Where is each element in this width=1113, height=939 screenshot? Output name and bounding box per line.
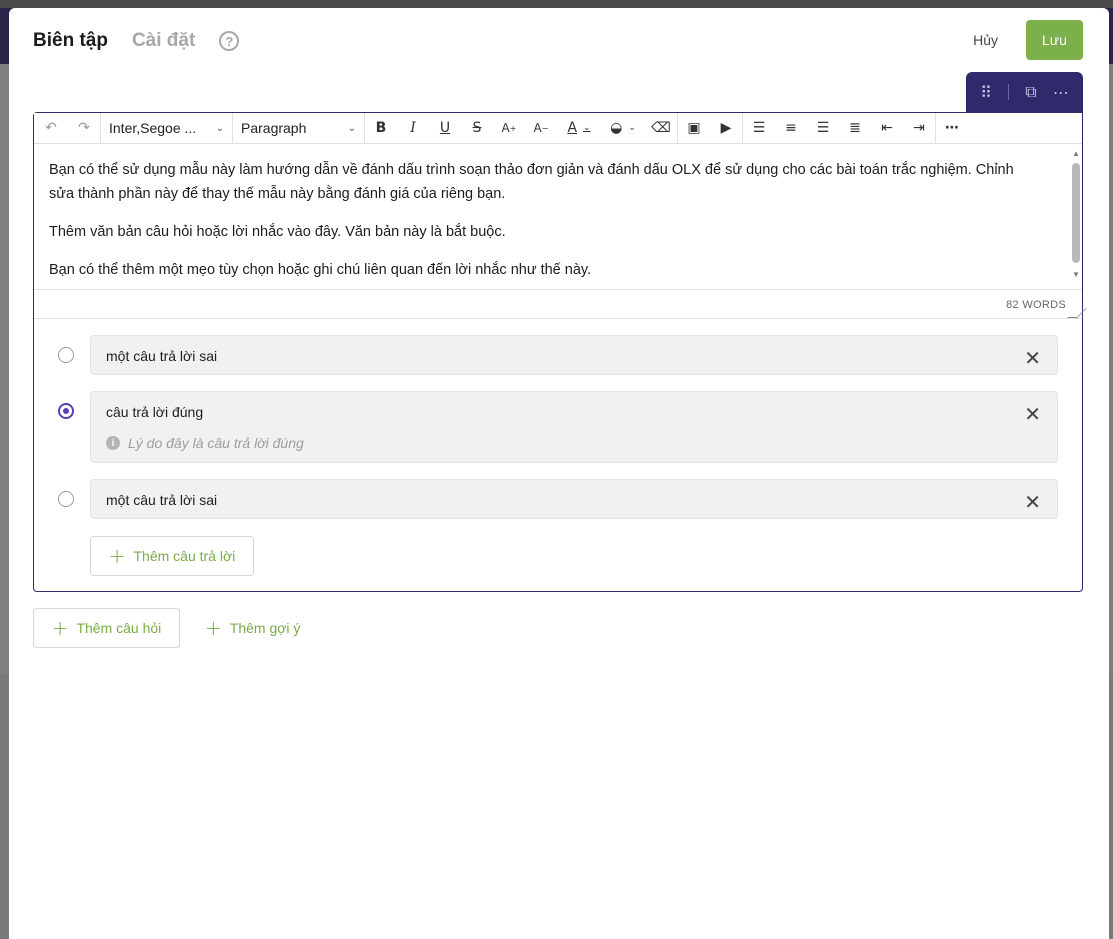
eraser-icon[interactable]: ⌫ xyxy=(645,113,677,144)
cancel-button[interactable]: Hủy xyxy=(973,32,998,48)
resize-handle-icon[interactable] xyxy=(1067,308,1087,318)
editor-paragraph[interactable]: Bạn có thể sử dụng mẫu này làm hướng dẫn… xyxy=(49,158,1032,206)
answer-text[interactable]: một câu trả lời sai xyxy=(106,492,217,508)
highlight-color-icon[interactable]: ◒ ⌄ xyxy=(601,113,645,144)
block-toolbar: ⠿ ⧉ ⋯ xyxy=(966,72,1083,112)
answer-radio[interactable] xyxy=(58,347,74,363)
subscript-icon[interactable]: A − xyxy=(525,113,557,144)
chevron-down-icon: ⌄ xyxy=(215,122,224,134)
tab-editor[interactable]: Biên tập xyxy=(33,30,108,52)
editor-scrollbar[interactable]: ▲ ▼ xyxy=(1072,149,1080,279)
editor-toolbar: ↶ ↷ Inter,Segoe ... ⌄ Paragraph ⌄ B I U … xyxy=(34,112,1082,144)
add-question-button[interactable]: + Thêm câu hỏi xyxy=(33,608,180,648)
word-count: 82 WORDS xyxy=(1006,299,1066,311)
info-icon: i xyxy=(106,436,120,450)
insert-video-icon[interactable]: ▶ xyxy=(710,113,742,144)
add-hint-button[interactable]: + Thêm gợi ý xyxy=(205,608,300,648)
block-format-select[interactable]: Paragraph ⌄ xyxy=(233,113,364,144)
duplicate-icon[interactable]: ⧉ xyxy=(1025,82,1036,102)
indent-icon[interactable]: ⇥ xyxy=(903,113,935,144)
add-hint-label: Thêm gợi ý xyxy=(229,620,301,636)
superscript-icon[interactable]: A + xyxy=(493,113,525,144)
answer-option: một câu trả lời sai ✕ xyxy=(90,479,1058,519)
plus-icon: + xyxy=(205,616,222,640)
close-icon[interactable]: ✕ xyxy=(1024,346,1041,370)
strikethrough-icon[interactable]: S xyxy=(461,113,493,144)
background-topbar-edge xyxy=(0,0,1113,8)
close-icon[interactable]: ✕ xyxy=(1024,402,1041,426)
answer-text[interactable]: câu trả lời đúng xyxy=(106,404,203,420)
problem-block: ↶ ↷ Inter,Segoe ... ⌄ Paragraph ⌄ B I U … xyxy=(33,112,1087,592)
redo-icon[interactable]: ↷ xyxy=(68,113,100,144)
plus-icon: + xyxy=(51,616,69,640)
justify-icon[interactable]: ≣ xyxy=(839,113,871,144)
tab-settings[interactable]: Cài đặt xyxy=(132,30,195,52)
underline-icon[interactable]: U xyxy=(429,113,461,144)
add-answer-label: Thêm câu trả lời xyxy=(133,548,236,564)
more-options-icon[interactable]: ⋯ xyxy=(1053,83,1069,102)
scrollbar-thumb[interactable] xyxy=(1072,163,1080,263)
bold-icon[interactable]: B xyxy=(365,113,397,144)
scroll-up-icon[interactable]: ▲ xyxy=(1072,149,1080,158)
editor-paragraph[interactable]: Bạn có thể thêm một mẹo tùy chọn hoặc gh… xyxy=(49,258,1032,282)
insert-image-icon[interactable]: ▣ xyxy=(678,113,710,144)
answer-radio[interactable] xyxy=(58,491,74,507)
text-color-icon[interactable]: A ⌄ xyxy=(557,113,601,144)
editor-paragraph[interactable]: Thêm văn bản câu hỏi hoặc lời nhắc vào đ… xyxy=(49,220,1032,244)
plus-icon: + xyxy=(108,544,126,568)
answer-text[interactable]: một câu trả lời sai xyxy=(106,348,217,364)
block-format-value: Paragraph xyxy=(241,120,307,136)
close-icon[interactable]: ✕ xyxy=(1024,490,1041,514)
answer-option-correct: câu trả lời đúng ✕ i Lý do đây là câu tr… xyxy=(90,391,1058,463)
align-right-icon[interactable]: ☰ xyxy=(807,113,839,144)
feedback-placeholder: Lý do đây là câu trả lời đúng xyxy=(128,435,304,451)
undo-icon[interactable]: ↶ xyxy=(34,113,68,144)
drag-handle-icon[interactable]: ⠿ xyxy=(980,83,992,102)
scroll-down-icon[interactable]: ▼ xyxy=(1072,270,1080,279)
font-family-value: Inter,Segoe ... xyxy=(109,120,197,136)
italic-icon[interactable]: I xyxy=(397,113,429,144)
modal-tabs: Biên tập Cài đặt ? xyxy=(33,30,240,52)
editor-statusbar: 82 WORDS xyxy=(34,289,1087,319)
font-family-select[interactable]: Inter,Segoe ... ⌄ xyxy=(101,113,232,144)
align-center-icon[interactable]: ≡ xyxy=(775,113,807,144)
add-question-label: Thêm câu hỏi xyxy=(76,620,162,636)
answer-radio-correct[interactable] xyxy=(58,403,74,419)
editor-content[interactable]: Bạn có thể sử dụng mẫu này làm hướng dẫn… xyxy=(34,144,1082,289)
more-icon[interactable]: ⋯ xyxy=(936,113,968,144)
outdent-icon[interactable]: ⇤ xyxy=(871,113,903,144)
question-circle-icon[interactable]: ? xyxy=(219,31,240,51)
align-left-icon[interactable]: ☰ xyxy=(743,113,775,144)
feedback-field[interactable]: i Lý do đây là câu trả lời đúng xyxy=(106,435,304,451)
answer-option: một câu trả lời sai ✕ xyxy=(90,335,1058,375)
add-answer-button[interactable]: + Thêm câu trả lời xyxy=(90,536,254,576)
block-toolbar-divider xyxy=(1008,84,1010,100)
editor-modal: Biên tập Cài đặt ? Hủy Lưu ⠿ ⧉ ⋯ ↶ ↷ Int… xyxy=(9,8,1109,939)
chevron-down-icon: ⌄ xyxy=(347,122,356,134)
save-button[interactable]: Lưu xyxy=(1026,20,1083,60)
header-actions: Hủy Lưu xyxy=(973,20,1083,60)
